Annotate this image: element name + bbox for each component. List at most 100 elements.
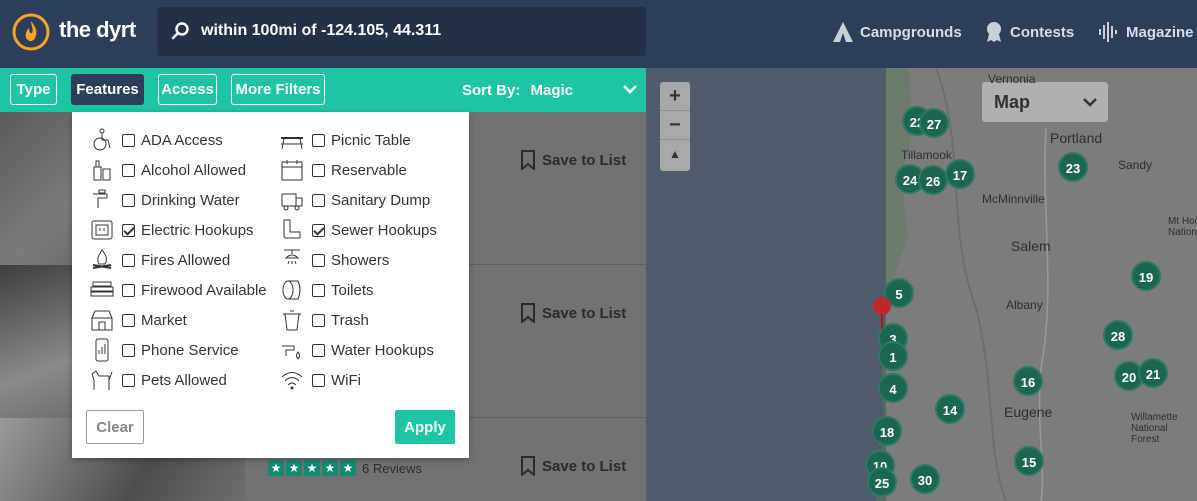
star-icon: ★ bbox=[304, 460, 320, 476]
checkbox[interactable] bbox=[312, 133, 325, 147]
campground-cluster[interactable]: 15 bbox=[1014, 446, 1044, 476]
checkbox[interactable] bbox=[122, 373, 135, 387]
chevron-down-icon[interactable] bbox=[622, 84, 638, 94]
bookmark-icon bbox=[521, 303, 535, 323]
checkbox[interactable] bbox=[122, 253, 135, 267]
feature-phone-service[interactable]: Phone Service bbox=[90, 338, 239, 362]
compass-button[interactable]: ▲ bbox=[660, 140, 690, 169]
campground-cluster[interactable]: 19 bbox=[1131, 261, 1161, 291]
checkbox[interactable] bbox=[312, 193, 325, 207]
campground-cluster[interactable]: 25 bbox=[867, 467, 897, 497]
sort-by-select[interactable]: Sort By: Magic bbox=[462, 82, 573, 99]
save-to-list-button[interactable]: Save to List bbox=[520, 303, 626, 323]
checkbox[interactable] bbox=[122, 193, 135, 207]
campground-cluster[interactable]: 27 bbox=[919, 108, 949, 138]
checkbox-checked[interactable] bbox=[312, 223, 325, 237]
feature-sewer-hookups[interactable]: Sewer Hookups bbox=[280, 219, 437, 241]
market-icon bbox=[91, 310, 113, 331]
checkbox[interactable] bbox=[312, 283, 325, 297]
checkbox[interactable] bbox=[312, 253, 325, 267]
search-bar[interactable]: within 100mi of -124.105, 44.311 bbox=[157, 7, 646, 56]
campground-cluster[interactable]: 28 bbox=[1103, 320, 1133, 350]
reviews-count[interactable]: 6 Reviews bbox=[362, 461, 422, 476]
map-type-select[interactable]: Map bbox=[982, 82, 1108, 122]
campground-cluster[interactable]: 23 bbox=[1058, 152, 1088, 182]
nav-contests[interactable]: Contests bbox=[984, 20, 1074, 44]
filter-type-button[interactable]: Type bbox=[10, 74, 57, 105]
checkbox[interactable] bbox=[122, 163, 135, 177]
campground-cluster[interactable]: 30 bbox=[910, 464, 940, 494]
checkbox[interactable] bbox=[312, 313, 325, 327]
feature-ada-access[interactable]: ADA Access bbox=[90, 128, 223, 151]
feature-firewood-available[interactable]: Firewood Available bbox=[90, 279, 267, 301]
city-label: McMinnville bbox=[982, 192, 1045, 206]
feature-drinking-water[interactable]: Drinking Water bbox=[90, 189, 240, 211]
map-view[interactable]: + − ▲ Map Vernonia Portland Tillamook Sa… bbox=[646, 68, 1197, 501]
nav-campgrounds-label: Campgrounds bbox=[860, 23, 962, 41]
filter-features-button[interactable]: Features bbox=[71, 74, 144, 105]
toilet-paper-icon bbox=[282, 280, 301, 300]
outlet-icon bbox=[91, 220, 113, 240]
feature-alcohol-allowed[interactable]: Alcohol Allowed bbox=[90, 159, 246, 181]
checkbox[interactable] bbox=[312, 373, 325, 387]
feature-pets-allowed[interactable]: Pets Allowed bbox=[90, 369, 227, 391]
checkbox[interactable] bbox=[312, 163, 325, 177]
feature-market[interactable]: Market bbox=[90, 309, 187, 331]
save-to-list-button[interactable]: Save to List bbox=[520, 150, 626, 170]
checkbox[interactable] bbox=[122, 133, 135, 147]
checkbox[interactable] bbox=[122, 283, 135, 297]
nav-contests-label: Contests bbox=[1010, 23, 1075, 41]
campground-cluster[interactable]: 18 bbox=[872, 416, 902, 446]
feature-reservable[interactable]: Reservable bbox=[280, 159, 407, 181]
feature-trash[interactable]: Trash bbox=[280, 309, 369, 331]
filter-access-button[interactable]: Access bbox=[158, 74, 217, 105]
feature-picnic-table[interactable]: Picnic Table bbox=[280, 129, 411, 151]
feature-label: Trash bbox=[331, 311, 369, 329]
feature-water-hookups[interactable]: Water Hookups bbox=[280, 339, 434, 361]
feature-label: Sewer Hookups bbox=[331, 221, 437, 239]
save-to-list-button[interactable]: Save to List bbox=[520, 456, 626, 476]
campground-cluster[interactable]: 16 bbox=[1013, 366, 1043, 396]
trash-icon bbox=[283, 310, 301, 331]
campground-cluster[interactable]: 21 bbox=[1138, 358, 1168, 388]
tent-icon bbox=[833, 22, 853, 42]
campground-cluster[interactable]: 17 bbox=[945, 159, 975, 189]
feature-wifi[interactable]: WiFi bbox=[280, 369, 361, 391]
zoom-out-button[interactable]: − bbox=[660, 111, 690, 140]
checkbox[interactable] bbox=[122, 313, 135, 327]
save-to-list-label: Save to List bbox=[542, 151, 627, 169]
chevron-down-icon bbox=[1083, 98, 1097, 107]
feature-label: Alcohol Allowed bbox=[141, 161, 247, 179]
feature-fires-allowed[interactable]: Fires Allowed bbox=[90, 249, 230, 271]
feature-label: Market bbox=[141, 311, 187, 329]
search-input[interactable]: within 100mi of -124.105, 44.311 bbox=[201, 22, 441, 40]
campfire-icon bbox=[92, 249, 112, 269]
city-label: Eugene bbox=[1004, 404, 1053, 420]
feature-label: Drinking Water bbox=[141, 191, 240, 209]
feature-electric-hookups[interactable]: Electric Hookups bbox=[90, 219, 254, 241]
nav-magazine[interactable]: Magazine bbox=[1098, 20, 1194, 44]
feature-showers[interactable]: Showers bbox=[280, 249, 389, 271]
apply-button[interactable]: Apply bbox=[395, 410, 455, 444]
campground-cluster[interactable]: 26 bbox=[918, 165, 948, 195]
clear-button[interactable]: Clear bbox=[86, 410, 144, 444]
campground-cluster[interactable]: 14 bbox=[935, 394, 965, 424]
rating-stars: ★ ★ ★ ★ ★ bbox=[268, 460, 356, 476]
checkbox[interactable] bbox=[122, 343, 135, 357]
campground-cluster[interactable]: 1 bbox=[878, 341, 908, 371]
checkbox-checked[interactable] bbox=[122, 223, 135, 237]
checkbox[interactable] bbox=[312, 343, 325, 357]
filter-more-button[interactable]: More Filters bbox=[231, 74, 325, 105]
zoom-in-button[interactable]: + bbox=[660, 82, 690, 111]
city-label: Willamette National Forest bbox=[1131, 412, 1178, 445]
dyrt-logo-icon[interactable] bbox=[12, 13, 50, 51]
brand-name[interactable]: the dyrt bbox=[59, 17, 136, 43]
soundwave-icon bbox=[1099, 22, 1117, 42]
feature-toilets[interactable]: Toilets bbox=[280, 279, 374, 301]
city-label: Mt Hood Nationa bbox=[1168, 216, 1197, 238]
feature-sanitary-dump[interactable]: Sanitary Dump bbox=[280, 189, 430, 211]
feature-label: Water Hookups bbox=[331, 341, 434, 359]
campground-cluster[interactable]: 4 bbox=[878, 373, 908, 403]
location-pin-icon bbox=[873, 297, 891, 329]
nav-campgrounds[interactable]: Campgrounds bbox=[832, 20, 962, 44]
